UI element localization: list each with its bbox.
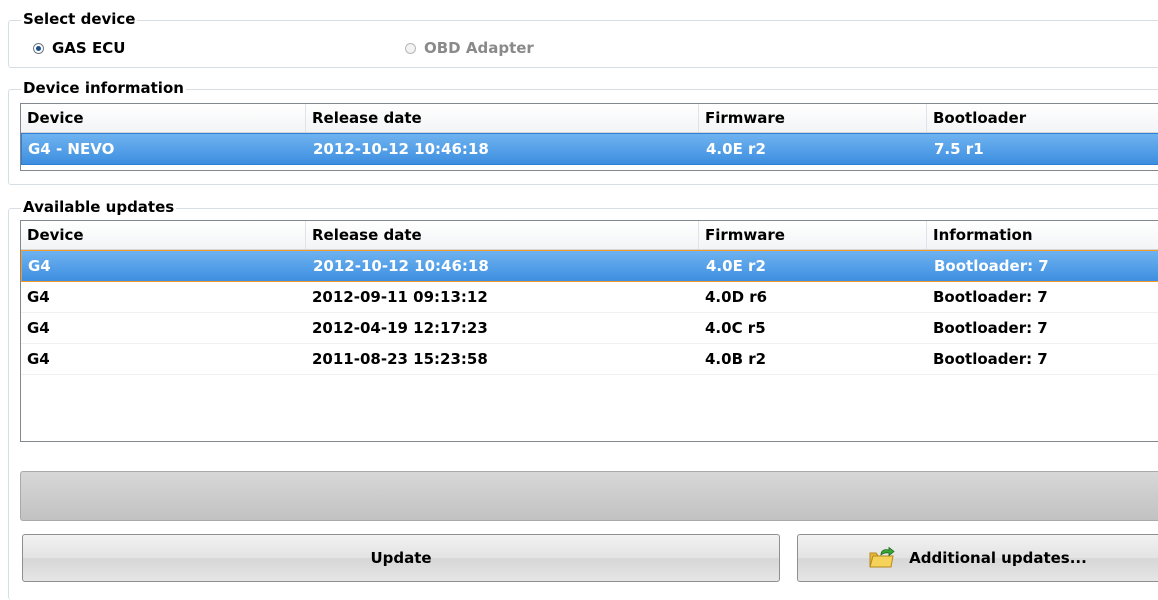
column-header-device[interactable]: Device <box>21 104 306 132</box>
cell-release-date: 2012-10-12 10:46:18 <box>313 140 489 158</box>
radio-checked-icon <box>33 42 44 54</box>
column-header-firmware[interactable]: Firmware <box>699 221 927 249</box>
cell-release-date: 2012-10-12 10:46:18 <box>313 257 489 275</box>
cell-firmware: 4.0C r5 <box>705 319 766 337</box>
cell-release-date: 2011-08-23 15:23:58 <box>312 350 488 368</box>
table-row[interactable]: G4 2012-04-19 12:17:23 4.0C r5 Bootloade… <box>21 313 1158 344</box>
folder-arrow-icon <box>869 547 895 568</box>
cell-device: G4 - NEVO <box>28 140 115 158</box>
table-header: Device Release date Firmware Information <box>21 221 1158 250</box>
additional-updates-button[interactable]: Additional updates... <box>797 534 1158 582</box>
cell-device: G4 <box>27 350 50 368</box>
radio-obd-adapter-label: OBD Adapter <box>424 39 534 57</box>
available-updates-table: Device Release date Firmware Information… <box>20 220 1158 442</box>
table-row[interactable]: G4 2012-10-12 10:46:18 4.0E r2 Bootloade… <box>21 250 1158 282</box>
radio-gas-ecu-label: GAS ECU <box>52 39 126 57</box>
cell-information: Bootloader: 7 <box>933 319 1048 337</box>
cell-device: G4 <box>27 319 50 337</box>
table-row[interactable]: G4 2011-08-23 15:23:58 4.0B r2 Bootloade… <box>21 344 1158 375</box>
select-device-legend: Select device <box>21 10 138 28</box>
cell-device: G4 <box>27 288 50 306</box>
available-updates-legend: Available updates <box>21 198 177 216</box>
update-button[interactable]: Update <box>22 534 780 582</box>
cell-release-date: 2012-09-11 09:13:12 <box>312 288 488 306</box>
additional-updates-button-label: Additional updates... <box>909 549 1087 567</box>
cell-information: Bootloader: 7 <box>933 288 1048 306</box>
radio-unchecked-icon <box>405 42 416 54</box>
cell-bootloader: 7.5 r1 <box>934 140 984 158</box>
table-row[interactable]: G4 2012-09-11 09:13:12 4.0D r6 Bootloade… <box>21 282 1158 313</box>
cell-firmware: 4.0B r2 <box>705 350 767 368</box>
device-information-table: Device Release date Firmware Bootloader … <box>20 103 1158 171</box>
radio-gas-ecu[interactable]: GAS ECU <box>33 38 125 58</box>
cell-firmware: 4.0E r2 <box>706 257 766 275</box>
column-header-release-date[interactable]: Release date <box>306 104 699 132</box>
cell-device: G4 <box>28 257 51 275</box>
cell-firmware: 4.0D r6 <box>705 288 768 306</box>
cell-information: Bootloader: 7 <box>933 350 1048 368</box>
cell-release-date: 2012-04-19 12:17:23 <box>312 319 488 337</box>
table-row[interactable]: G4 - NEVO 2012-10-12 10:46:18 4.0E r2 7.… <box>21 133 1158 165</box>
column-header-firmware[interactable]: Firmware <box>699 104 927 132</box>
column-header-release-date[interactable]: Release date <box>306 221 699 249</box>
radio-obd-adapter: OBD Adapter <box>405 38 534 58</box>
column-header-information[interactable]: Information <box>927 221 1158 249</box>
table-header: Device Release date Firmware Bootloader <box>21 104 1158 133</box>
column-header-bootloader[interactable]: Bootloader <box>927 104 1158 132</box>
device-information-legend: Device information <box>21 79 186 97</box>
select-device-group: Select device <box>8 11 1158 68</box>
progress-bar <box>20 471 1158 521</box>
cell-firmware: 4.0E r2 <box>706 140 766 158</box>
update-button-label: Update <box>370 549 432 567</box>
column-header-device[interactable]: Device <box>21 221 306 249</box>
cell-information: Bootloader: 7 <box>934 257 1049 275</box>
